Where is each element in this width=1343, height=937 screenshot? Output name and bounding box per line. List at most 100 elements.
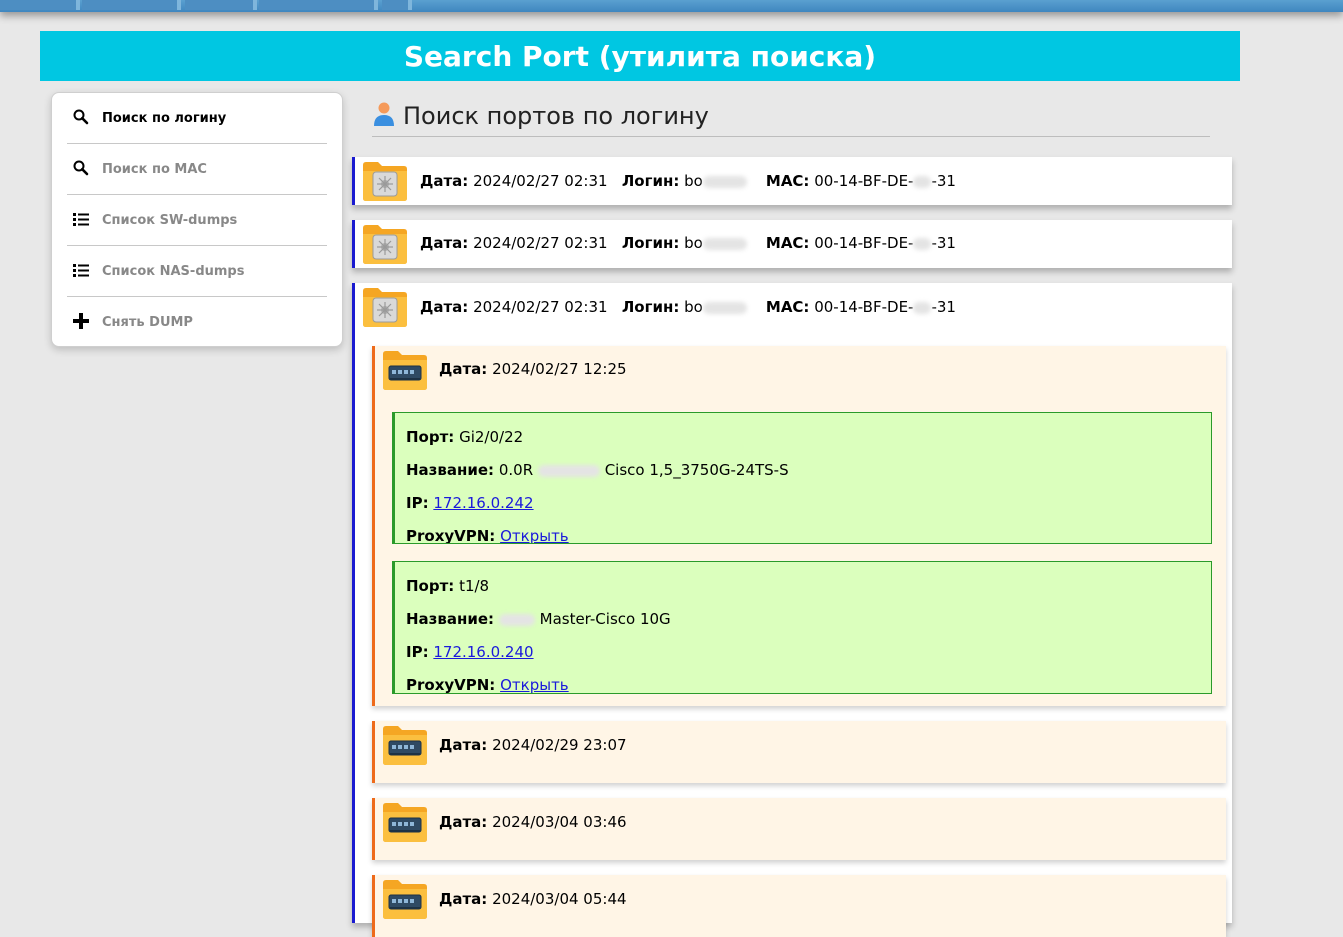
server-folder-icon <box>361 222 409 266</box>
ip-label: IP: <box>406 494 429 512</box>
name-label: Название: <box>406 610 495 628</box>
dump-card: Дата: 2024/03/04 05:44 <box>372 875 1226 937</box>
ip-label: IP: <box>406 643 429 661</box>
sidebar-item-sw-dumps[interactable]: Список SW-dumps <box>67 195 327 246</box>
dump-date-value: 2024/02/27 12:25 <box>492 360 627 378</box>
toolbar-tab[interactable] <box>82 0 181 10</box>
port-label: Порт: <box>406 577 455 595</box>
list-icon <box>72 210 90 228</box>
result-mac-start: 00-14-BF-DE- <box>814 172 914 190</box>
dump-date: Дата: 2024/02/29 23:07 <box>439 736 627 754</box>
name-value-end: Master-Cisco 10G <box>539 610 671 628</box>
proxy-row: ProxyVPN: Открыть <box>406 527 569 544</box>
sidebar-item-label: Список NAS-dumps <box>102 264 245 279</box>
server-folder-icon <box>361 285 409 329</box>
proxy-label: ProxyVPN: <box>406 527 496 544</box>
ip-row: IP: 172.16.0.240 <box>406 643 534 661</box>
result-meta: Дата: 2024/02/27 02:31 Логин: bo MAC: 00… <box>420 234 956 252</box>
name-value-end: Cisco 1,5_3750G-24TS-S <box>604 461 789 479</box>
result-card-header[interactable]: Дата: 2024/02/27 02:31 Логин: bo MAC: 00… <box>355 220 1232 268</box>
mac-label: MAC: <box>765 298 810 316</box>
result-login: bo <box>684 298 703 316</box>
ip-link[interactable]: 172.16.0.240 <box>433 643 533 661</box>
sidebar-item-search-mac[interactable]: Поиск по MAC <box>67 144 327 195</box>
dump-card-header[interactable]: Дата: 2024/02/29 23:07 <box>375 721 1226 771</box>
dump-date-value: 2024/03/04 03:46 <box>492 813 627 831</box>
switch-folder-icon <box>381 723 429 767</box>
result-card: Дата: 2024/02/27 02:31 Логин: bo MAC: 00… <box>352 220 1232 268</box>
result-card-expanded: Дата: 2024/02/27 02:31 Логин: bo MAC: 00… <box>352 283 1232 937</box>
result-mac-end: -31 <box>931 234 956 252</box>
redacted-blur <box>537 464 600 477</box>
login-label: Логин: <box>621 234 680 252</box>
proxy-open-link[interactable]: Открыть <box>500 676 569 693</box>
name-value-start: 0.0R <box>498 461 534 479</box>
toolbar-tab[interactable] <box>0 0 80 10</box>
toolbar-tab[interactable] <box>382 0 412 10</box>
sidebar-item-take-dump[interactable]: Снять DUMP <box>67 297 327 347</box>
dump-date: Дата: 2024/02/27 12:25 <box>439 360 627 378</box>
user-icon <box>374 102 394 126</box>
result-date: 2024/02/27 02:31 <box>473 298 608 316</box>
dump-date: Дата: 2024/03/04 03:46 <box>439 813 627 831</box>
redacted-blur <box>702 237 747 250</box>
redacted-blur <box>702 175 747 188</box>
proxy-label: ProxyVPN: <box>406 676 496 694</box>
name-row: Название: 0.0R Cisco 1,5_3750G-24TS-S <box>406 461 789 479</box>
dump-date-value: 2024/03/04 05:44 <box>492 890 627 908</box>
redacted-blur <box>702 301 747 314</box>
page-title-banner: Search Port (утилита поиска) <box>40 31 1240 81</box>
top-toolbar-strip <box>0 0 1343 12</box>
date-label: Дата: <box>420 172 469 190</box>
sidebar-item-nas-dumps[interactable]: Список NAS-dumps <box>67 246 327 297</box>
search-icon <box>72 159 90 177</box>
dump-date: Дата: 2024/03/04 05:44 <box>439 890 627 908</box>
port-info-box: Порт: t1/8 Название: Master-Cisco 10G IP… <box>392 561 1212 694</box>
redacted-blur <box>498 613 535 626</box>
switch-folder-icon <box>381 877 429 921</box>
dump-card-header[interactable]: Дата: 2024/03/04 03:46 <box>375 798 1226 848</box>
result-mac-start: 00-14-BF-DE- <box>814 298 914 316</box>
date-label: Дата: <box>439 890 488 908</box>
search-icon <box>72 108 90 126</box>
port-value: Gi2/0/22 <box>459 428 524 446</box>
port-label: Порт: <box>406 428 455 446</box>
sidebar-item-label: Поиск по MAC <box>102 162 207 177</box>
section-heading-text: Поиск портов по логину <box>403 102 709 130</box>
result-meta: Дата: 2024/02/27 02:31 Логин: bo MAC: 00… <box>420 172 956 190</box>
date-label: Дата: <box>420 234 469 252</box>
result-login: bo <box>684 234 703 252</box>
redacted-blur <box>913 175 932 188</box>
ip-link[interactable]: 172.16.0.242 <box>433 494 533 512</box>
port-info-box: Порт: Gi2/0/22 Название: 0.0R Cisco 1,5_… <box>392 412 1212 544</box>
redacted-blur <box>913 301 932 314</box>
result-card-header[interactable]: Дата: 2024/02/27 02:31 Логин: bo MAC: 00… <box>355 157 1232 205</box>
toolbar-tab[interactable] <box>259 0 378 10</box>
proxy-row: ProxyVPN: Открыть <box>406 676 569 694</box>
sidebar-item-label: Снять DUMP <box>102 315 193 330</box>
port-value: t1/8 <box>459 577 490 595</box>
dump-card-expanded: Дата: 2024/02/27 12:25 Порт: Gi2/0/22 На… <box>372 346 1226 706</box>
ip-row: IP: 172.16.0.242 <box>406 494 534 512</box>
mac-label: MAC: <box>765 172 810 190</box>
result-card-header[interactable]: Дата: 2024/02/27 02:31 Логин: bo MAC: 00… <box>355 283 1232 331</box>
sidebar-item-label: Поиск по логину <box>102 111 227 126</box>
proxy-open-link[interactable]: Открыть <box>500 527 569 543</box>
dump-card: Дата: 2024/03/04 03:46 <box>372 798 1226 860</box>
toolbar-tab[interactable] <box>185 0 257 10</box>
switch-folder-icon <box>381 348 429 392</box>
sidebar-item-search-login[interactable]: Поиск по логину <box>67 93 327 144</box>
result-card: Дата: 2024/02/27 02:31 Логин: bo MAC: 00… <box>352 157 1232 205</box>
date-label: Дата: <box>420 298 469 316</box>
result-mac-start: 00-14-BF-DE- <box>814 234 914 252</box>
result-mac-end: -31 <box>931 172 956 190</box>
login-label: Логин: <box>621 172 680 190</box>
switch-folder-icon <box>381 800 429 844</box>
dump-card-header[interactable]: Дата: 2024/02/27 12:25 <box>375 346 1226 396</box>
server-folder-icon <box>361 159 409 203</box>
name-label: Название: <box>406 461 495 479</box>
date-label: Дата: <box>439 813 488 831</box>
dump-date-value: 2024/02/29 23:07 <box>492 736 627 754</box>
dump-card-header[interactable]: Дата: 2024/03/04 05:44 <box>375 875 1226 925</box>
section-heading: Поиск портов по логину <box>372 100 1210 137</box>
